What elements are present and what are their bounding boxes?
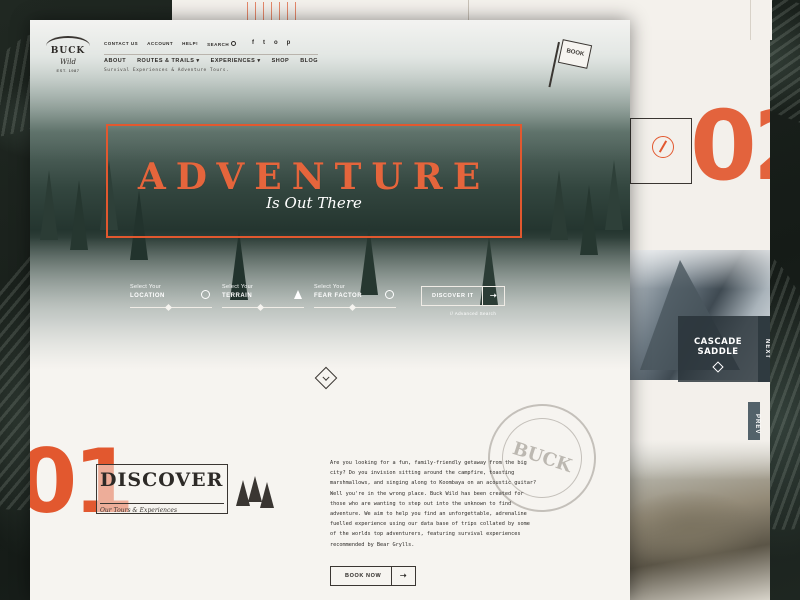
section-title: DISCOVER: [100, 469, 224, 491]
twitter-icon[interactable]: t: [263, 40, 265, 46]
arrow-right-icon: ➝: [391, 567, 415, 585]
rocks-image: [620, 440, 770, 600]
next-page-preview: 02 CASCADE SADDLE NEXT PREV: [620, 40, 770, 600]
nav-blog[interactable]: BLOG: [300, 58, 318, 64]
utility-nav: CONTACT US ACCOUNT HELP! SEARCH: [104, 41, 237, 47]
card-title-line2: SADDLE: [697, 346, 739, 357]
account-link[interactable]: ACCOUNT: [147, 41, 173, 47]
arrow-right-icon: ➝: [482, 287, 504, 305]
search-label: SEARCH: [207, 42, 230, 47]
filter-label: Select Your: [222, 284, 254, 290]
nav-shop[interactable]: SHOP: [272, 58, 290, 64]
scroll-down-icon[interactable]: [314, 366, 338, 390]
skull-icon: [385, 290, 394, 299]
advanced-search-link[interactable]: // Advanced Search: [450, 311, 496, 316]
contact-link[interactable]: CONTACT US: [104, 41, 138, 47]
next-button[interactable]: NEXT: [758, 316, 770, 382]
tree-icon: [294, 290, 302, 299]
hero-subtitle: Is Out There: [266, 194, 362, 212]
discover-it-button[interactable]: DISCOVER IT ➝: [421, 286, 505, 306]
filter-value: TERRAIN: [222, 293, 253, 299]
tree-silhouette: [70, 180, 88, 250]
tree-silhouette: [40, 170, 58, 240]
compass-icon: [201, 290, 210, 299]
filter-label: Select Your: [130, 284, 162, 290]
tree-silhouette: [605, 160, 623, 230]
pinterest-icon[interactable]: p: [287, 40, 291, 46]
diamond-icon: [712, 360, 724, 373]
button-label: BOOK NOW: [345, 573, 382, 579]
social-links: f t o p: [252, 40, 290, 46]
destination-card[interactable]: CASCADE SADDLE: [678, 316, 758, 382]
nav-experiences[interactable]: EXPERIENCES: [211, 58, 261, 64]
filter-label: Select Your: [314, 284, 346, 290]
section-number-02: 02: [690, 90, 770, 202]
terrain-select[interactable]: Select Your TERRAIN: [222, 284, 304, 312]
tree-silhouette: [580, 185, 598, 255]
logo-script: Wild: [59, 58, 77, 66]
logo-name: BUCK: [50, 46, 86, 56]
button-label: DISCOVER IT: [432, 293, 474, 299]
location-select[interactable]: Select Your LOCATION: [130, 284, 212, 312]
nav-routes-trails[interactable]: ROUTES & TRAILS: [137, 58, 200, 64]
main-nav: ABOUT ROUTES & TRAILS EXPERIENCES SHOP B…: [104, 54, 319, 64]
instagram-icon[interactable]: o: [274, 40, 278, 46]
logo-est: EST. 1987: [56, 68, 80, 73]
nav-about[interactable]: ABOUT: [104, 58, 126, 64]
search-icon: [231, 41, 237, 46]
main-page: BUCK Wild EST. 1987 CONTACT US ACCOUNT H…: [30, 20, 630, 600]
help-link[interactable]: HELP!: [182, 41, 198, 47]
search-link[interactable]: SEARCH: [207, 41, 237, 47]
tree-silhouette: [550, 170, 568, 240]
arrow-pattern: [244, 2, 302, 20]
hero-title: ADVENTURE: [137, 156, 491, 198]
fear-factor-select[interactable]: Select Your FEAR FACTOR: [314, 284, 396, 312]
section-body-text: Are you looking for a fun, family-friend…: [330, 460, 537, 548]
section-subtitle: Our Tours & Experiences: [100, 503, 224, 514]
book-now-button[interactable]: BOOK NOW ➝: [330, 566, 416, 586]
filter-value: LOCATION: [130, 293, 165, 299]
compass-icon: [652, 136, 674, 158]
filter-value: FEAR FACTOR: [314, 293, 363, 299]
facebook-icon[interactable]: f: [252, 40, 254, 46]
pine-tree: [260, 482, 274, 508]
buck-wild-logo[interactable]: BUCK Wild EST. 1987: [44, 32, 92, 76]
tagline: Survival Experiences & Adventure Tours.: [104, 68, 230, 73]
